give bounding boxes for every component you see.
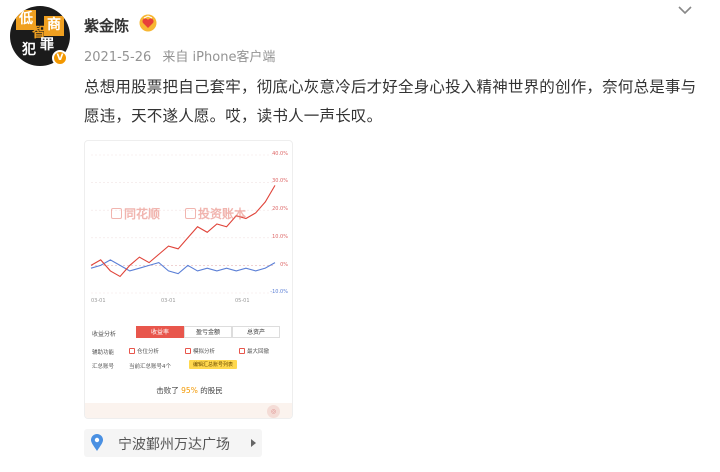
post-text: 总想用股票把自己套牢，彻底心灰意冷后才好全身心投入精神世界的创作，奈何总是事与愿… [84,78,697,125]
option-position-analysis[interactable]: 仓位分析 [129,347,159,355]
share-icon: ◎ [267,405,280,418]
tab-total-assets[interactable]: 总资产 [232,326,280,338]
avatar-glyph: 犯 [22,42,36,58]
watermark-ledger: 投资账本 [185,205,246,222]
option-max-drawdown[interactable]: 最大回撤 [239,347,269,355]
beat-percent: 95% [181,386,198,395]
watermark-tonghuashun: 同花顺 [111,205,160,222]
avatar-glyph: 低 [19,11,33,27]
return-chart [90,154,276,294]
x-tick-label: 03-01 [161,298,176,304]
post-image[interactable]: 同花顺 投资账本 40.0% 30.0% 20.0% 10.0% 0% -10.… [84,140,293,419]
y-tick-label: 40.0% [272,151,288,157]
chart-series-benchmark [90,259,276,275]
account-row: 汇总账号 当前汇总账号4个 编辑汇总账号列表 [89,360,289,371]
y-tick-label: -10.0% [270,289,288,295]
y-tick-label: 10.0% [272,234,288,240]
avatar-glyph: 商 [47,17,61,33]
checkbox-icon [129,348,135,354]
heart-medal-icon [139,14,157,32]
location-chip[interactable]: 宁波鄞州万达广场 [84,429,262,457]
edit-accounts-button[interactable]: 编辑汇总账号列表 [189,360,238,369]
option-simulation-analysis[interactable]: 模拟分析 [185,347,215,355]
location-name: 宁波鄞州万达广场 [118,437,230,453]
weibo-post: 低 智 商 犯 罪 V 紫金陈 2021-5-26 来自 iPhone客户端 总… [0,0,720,472]
checkbox-icon [239,348,245,354]
tab-return-rate[interactable]: 收益率 [136,326,184,338]
verified-badge: V [52,50,68,66]
username[interactable]: 紫金陈 [84,15,129,36]
image-footer: ◎ [85,403,292,418]
chevron-down-icon[interactable] [677,4,693,16]
x-tick-label: 05-01 [235,298,250,304]
x-tick-label: 03-01 [91,298,106,304]
account-label: 汇总账号 [92,364,115,370]
post-date[interactable]: 2021-5-26 [84,50,151,65]
aux-options: 辅助功能 仓位分析 模拟分析 最大回撤 [89,347,289,357]
beat-summary: 击败了 95% 的股民 [156,386,223,395]
post-source: 来自 iPhone客户端 [162,50,276,65]
analysis-tabs: 收益分析 收益率 盈亏金额 总资产 [89,326,289,338]
y-tick-label: 0% [280,262,288,268]
tabs-label: 收益分析 [92,331,117,338]
chevron-right-icon [251,439,256,447]
post-meta: 2021-5-26 来自 iPhone客户端 [84,46,275,65]
logo-icon [185,208,196,219]
checkbox-icon [185,348,191,354]
aux-label: 辅助功能 [92,350,115,356]
y-tick-label: 20.0% [272,206,288,212]
map-pin-icon [91,434,103,451]
account-value: 当前汇总账号4个 [129,364,171,370]
avatar-glyph: 罪 [40,37,54,53]
tab-profit-amount[interactable]: 盈亏金额 [184,326,232,338]
logo-icon [111,208,122,219]
chart-series-return [90,185,276,278]
y-tick-label: 30.0% [272,178,288,184]
